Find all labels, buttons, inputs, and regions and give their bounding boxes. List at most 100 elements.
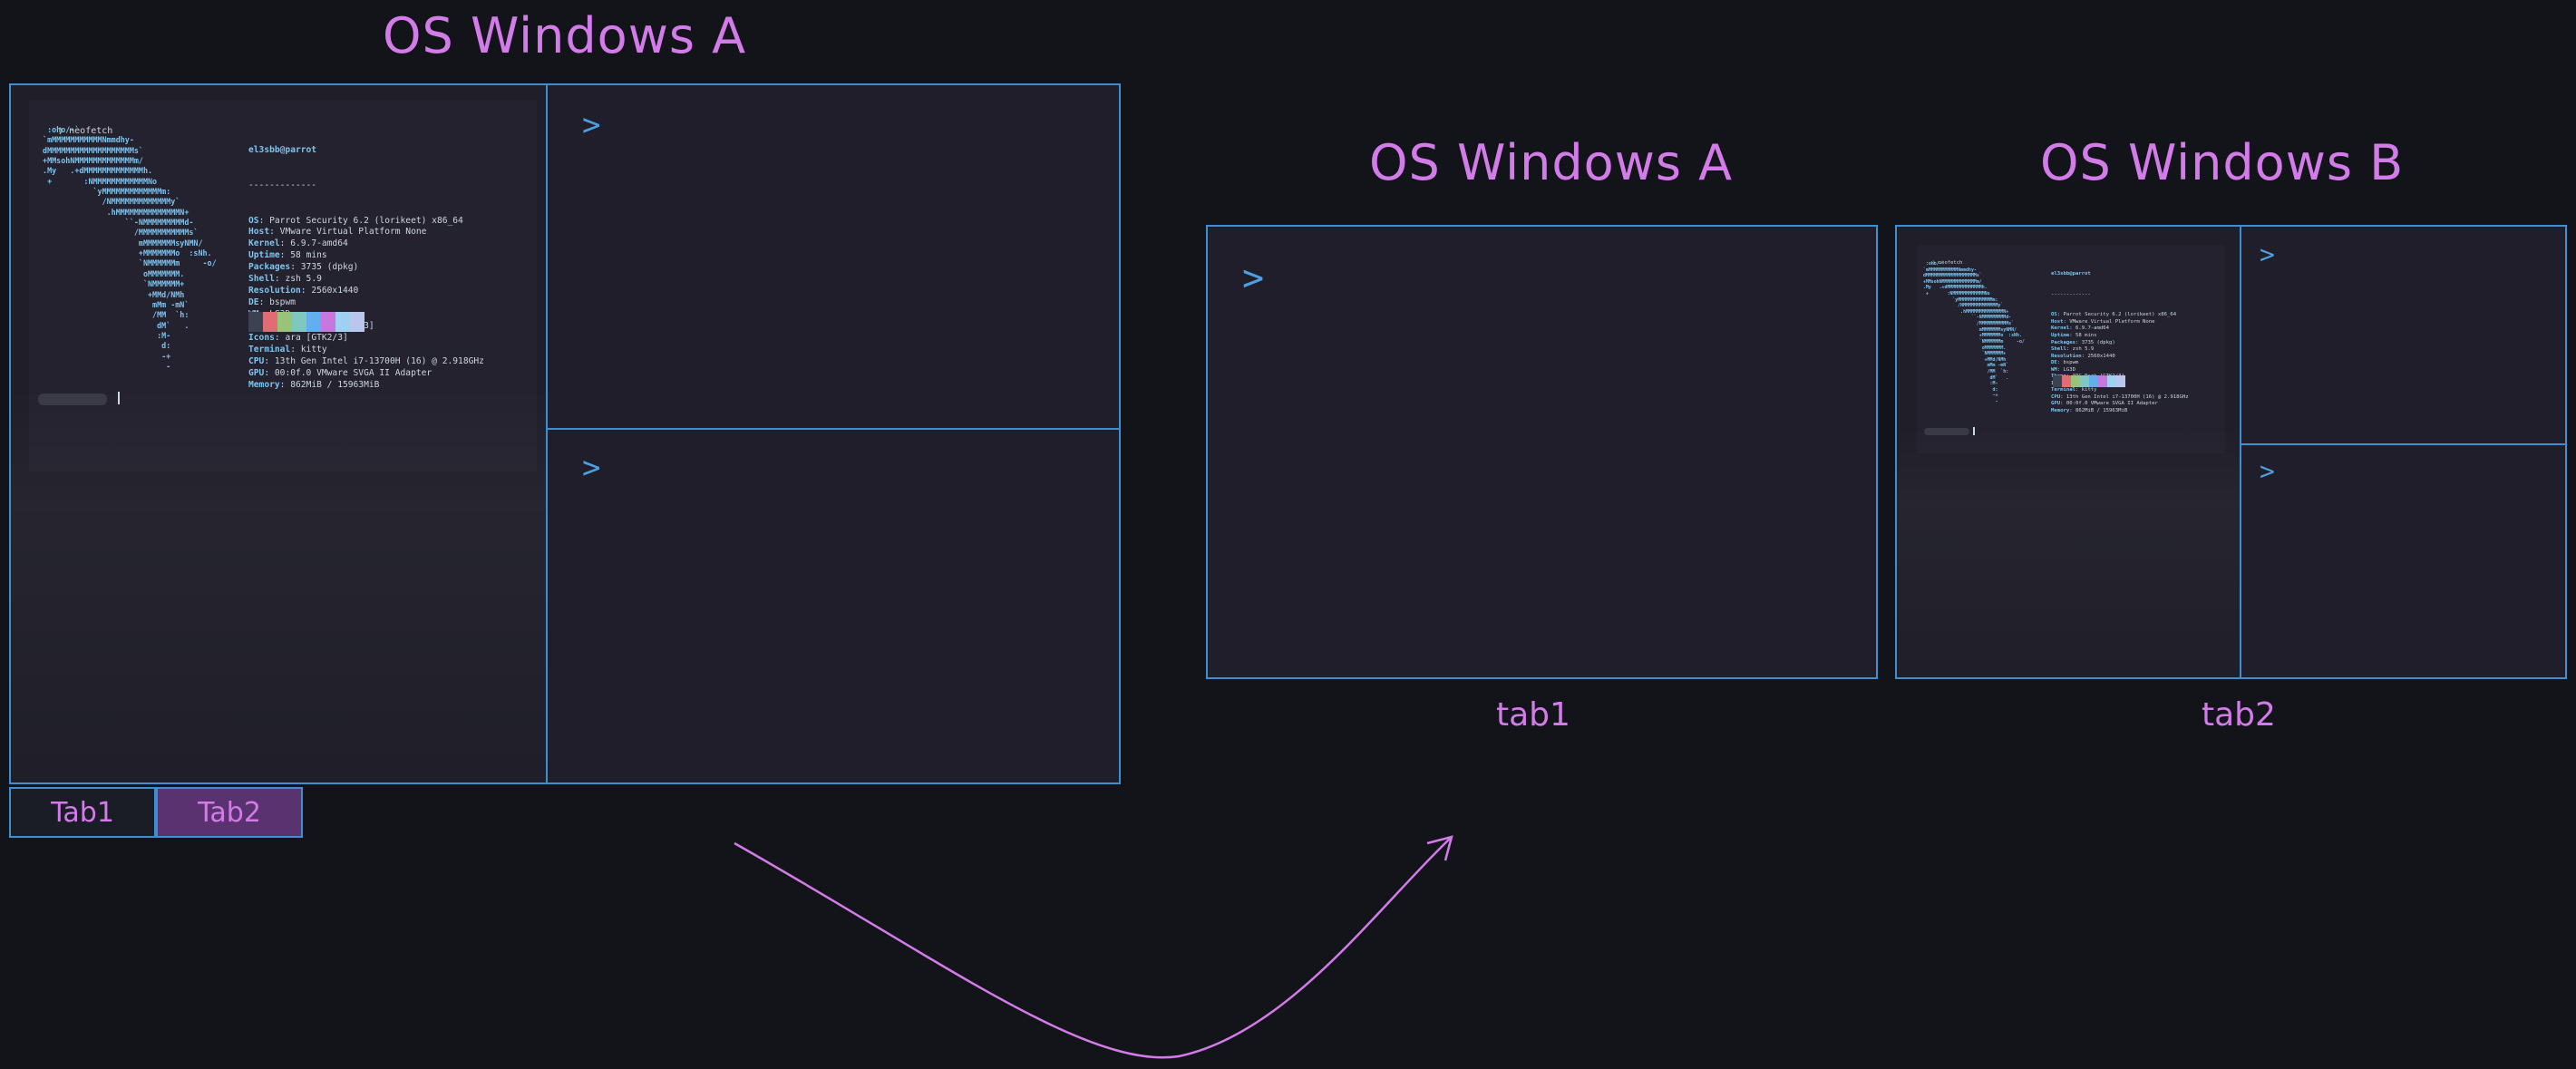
ascii-art-line: `NMMMMMMm -o/ <box>1920 338 2025 345</box>
ascii-art-line: dM` . <box>38 320 190 330</box>
terminal-pane-neofetch-small[interactable]: ❯ neofetch :oho/-` `mMMMMMMMMMMMNmmdhy- … <box>1895 225 2241 679</box>
info-value: Parrot Security 6.2 (lorikeet) x86_64 <box>269 215 463 226</box>
info-row: WM: LG3D <box>2051 367 2189 374</box>
color-palette <box>248 312 365 332</box>
ascii-art-line: mMMMMMMMsyNMN/ <box>1920 326 2017 333</box>
info-row: Resolution: 2560x1440 <box>248 286 484 297</box>
info-row: GPU: 00:0f.0 VMware SVGA II Adapter <box>2051 401 2189 408</box>
info-row: Terminal: kitty <box>2051 387 2189 394</box>
parrot-ascii-art: :oho/-` `mMMMMMMMMMMMNmmdhy- dMMMMMMMMMM… <box>1920 261 2025 405</box>
info-colon: : <box>2075 339 2082 345</box>
palette-swatch <box>306 312 321 332</box>
user-host: el3sbb@parrot <box>2051 271 2091 277</box>
right-a-title: OS Windows A <box>1369 134 1734 191</box>
ascii-art-line: /MMMMMMMMMMMs` <box>1920 321 2015 327</box>
info-key: Memory <box>2051 408 2070 414</box>
info-value: bspwm <box>269 297 296 308</box>
ascii-art-line: oMMMMMMM. <box>38 268 185 278</box>
pane-prompt-chevron: > <box>582 107 601 143</box>
info-value: zsh 5.9 <box>285 274 322 285</box>
info-key: CPU <box>248 355 265 366</box>
info-colon: : <box>2069 326 2075 332</box>
info-key: OS <box>2051 312 2057 318</box>
ascii-art-line: `yMMMMMMMMMMMMMm: <box>1920 296 1998 303</box>
terminal-pane-neofetch[interactable]: ❯ neofetch :oho/-` `mMMMMMMMMMMMNmmdhy- … <box>9 83 548 784</box>
ascii-art-line: .hMMMMMMMMMMMMMMN+ <box>1920 308 2009 315</box>
info-key: GPU <box>248 367 265 378</box>
ascii-art-line: `NMMMMMM+ <box>38 279 185 289</box>
info-row: OS: Parrot Security 6.2 (lorikeet) x86_6… <box>248 216 484 228</box>
info-value: zsh 5.9 <box>2072 346 2095 353</box>
info-separator: ------------- <box>2051 291 2091 297</box>
ascii-art-line: dMMMMMMMMMMMMMMMMMMMs` <box>1920 273 1982 279</box>
ascii-art-line: .My .+dMMMMMMMMMMMMMh. <box>38 166 153 176</box>
info-value: kitty <box>2081 387 2097 394</box>
info-row: GPU: 00:0f.0 VMware SVGA II Adapter <box>248 368 484 380</box>
info-key: Uptime <box>2051 333 2070 339</box>
info-separator: ------------- <box>248 180 317 190</box>
ascii-art-line: +MMMMMMMo :sNh. <box>1920 333 2022 339</box>
info-row: Kernel: 6.9.7-amd64 <box>248 238 484 250</box>
info-row: Shell: zsh 5.9 <box>2051 346 2189 354</box>
tab-1[interactable]: Tab1 <box>9 787 156 838</box>
info-value: 6.9.7-amd64 <box>2075 326 2110 332</box>
ascii-art-line: /MMMMMMMMMMMs` <box>38 228 199 238</box>
ascii-art-line: `NMMMMMM+ <box>1920 351 2007 357</box>
ascii-art-line: :M- <box>1920 381 1998 387</box>
palette-swatch <box>2062 375 2071 387</box>
ascii-art-line: -+ <box>38 351 171 361</box>
info-row: Uptime: 58 mins <box>248 250 484 262</box>
ascii-art-line: :oho/-` <box>38 125 80 134</box>
ascii-art-line: mMm -mN` <box>38 299 190 309</box>
info-colon: : <box>290 262 301 273</box>
tab-2[interactable]: Tab2 <box>156 787 303 838</box>
user-host: el3sbb@parrot <box>248 144 317 155</box>
pane-prompt-chevron: > <box>2260 456 2275 486</box>
info-key: Kernel <box>2051 326 2070 332</box>
info-key: Resolution <box>248 286 301 296</box>
ascii-art-line: `mMMMMMMMMMMMNmmdhy- <box>38 135 134 145</box>
info-colon: : <box>300 286 312 296</box>
system-info: el3sbb@parrot ------------- OS: Parrot S… <box>248 121 484 392</box>
curved-arrow-path <box>734 837 1452 1059</box>
info-key: WM <box>2051 366 2057 373</box>
os-window-a-tab1-pane[interactable]: > <box>1206 225 1878 679</box>
info-value: 00:0f.0 VMware SVGA II Adapter <box>274 367 433 378</box>
ascii-art-line: mMm -mN` <box>1920 363 2009 369</box>
info-key: Kernel <box>248 238 280 249</box>
ascii-art-line: +MMMMMMMo :sNh. <box>38 248 212 258</box>
ascii-art-line: - <box>1920 399 1998 405</box>
palette-swatch <box>2053 375 2062 387</box>
info-row: Host: VMware Virtual Platform None <box>2051 319 2189 326</box>
tab1-caption: tab1 <box>1496 696 1570 734</box>
ascii-art-line: d: <box>38 341 171 351</box>
ascii-art-line: .hMMMMMMMMMMMMMMN+ <box>38 207 190 217</box>
pane-top-right[interactable]: > <box>546 83 1121 430</box>
tab2-caption: tab2 <box>2202 696 2276 734</box>
pane-bottom-right-small[interactable]: > <box>2240 443 2567 679</box>
ascii-art-line: /MM `h: <box>38 310 190 320</box>
info-value: 3735 (dpkg) <box>2081 339 2115 345</box>
info-row: Uptime: 58 mins <box>2051 333 2189 340</box>
pane-bottom-right[interactable]: > <box>546 428 1121 784</box>
info-colon: : <box>274 332 286 343</box>
palette-swatch <box>2107 375 2116 387</box>
info-colon: : <box>2066 346 2073 353</box>
ascii-art-line: /NMMMMMMMMMMMMMy` <box>38 197 180 207</box>
info-key: Host <box>248 227 270 238</box>
info-colon: : <box>2056 312 2064 318</box>
ascii-art-line: /MM `h: <box>1920 368 2009 374</box>
ascii-art-line: :M- <box>38 330 171 340</box>
pane-prompt-chevron: > <box>2260 239 2275 269</box>
parrot-ascii-art: :oho/-` `mMMMMMMMMMMMNmmdhy- dMMMMMMMMMM… <box>38 125 217 372</box>
ascii-art-line: `yMMMMMMMMMMMMMm: <box>38 187 171 197</box>
info-value: 58 mins <box>2075 333 2097 339</box>
info-row: CPU: 13th Gen Intel i7-13700H (16) @ 2.9… <box>248 356 484 368</box>
palette-swatch <box>350 312 365 332</box>
info-value: VMware Virtual Platform None <box>2069 318 2155 325</box>
terminal-fade <box>11 384 546 782</box>
arrow-head-icon <box>1426 835 1453 861</box>
pane-top-right-small[interactable]: > <box>2240 225 2567 445</box>
info-colon: : <box>264 367 275 378</box>
terminal-fade <box>1897 426 2240 677</box>
